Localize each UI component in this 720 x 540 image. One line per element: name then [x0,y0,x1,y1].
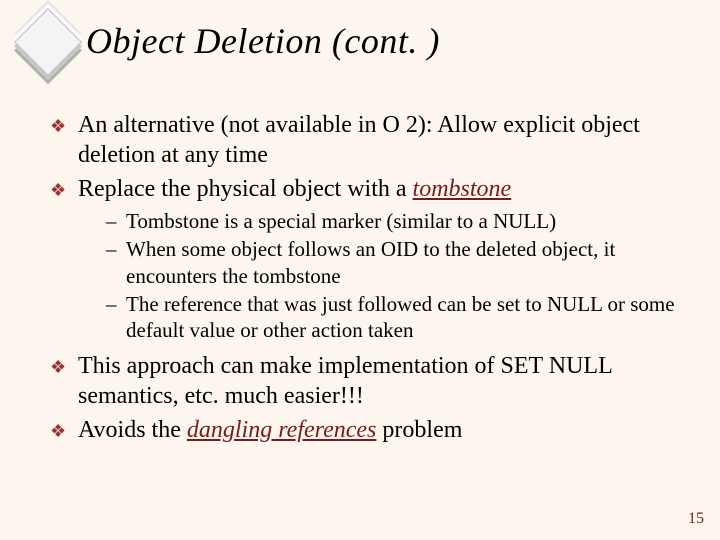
list-item: ❖ Replace the physical object with a tom… [50,174,680,204]
list-item: – The reference that was just followed c… [106,291,680,344]
dash-bullet-icon: – [106,291,126,344]
diamond-bullet-icon: ❖ [50,351,78,411]
slide-body: ❖ An alternative (not available in O 2):… [50,110,680,449]
bullet-text: The reference that was just followed can… [126,291,680,344]
list-item: ❖ Avoids the dangling references problem [50,415,680,445]
diamond-icon [14,8,82,76]
bullet-text: This approach can make implementation of… [78,351,680,411]
bullet-text: Tombstone is a special marker (similar t… [126,208,680,234]
diamond-bullet-icon: ❖ [50,110,78,170]
diamond-bullet-icon: ❖ [50,174,78,204]
underlined-term: dangling references [187,417,377,443]
list-item: ❖ This approach can make implementation … [50,351,680,411]
bullet-text-fragment: problem [376,417,462,443]
dash-bullet-icon: – [106,236,126,289]
bullet-text-fragment: Avoids the [78,417,187,443]
bullet-text: Avoids the dangling references problem [78,415,680,445]
bullet-text-fragment: Replace the physical object with a [78,176,413,202]
underlined-term: tombstone [413,176,512,202]
bullet-text: Replace the physical object with a tombs… [78,174,680,204]
list-item: ❖ An alternative (not available in O 2):… [50,110,680,170]
page-number: 15 [688,510,704,528]
list-item: – When some object follows an OID to the… [106,236,680,289]
slide-title: Object Deletion (cont. ) [86,22,440,62]
title-row: Object Deletion (cont. ) [14,18,700,66]
dash-bullet-icon: – [106,208,126,234]
bullet-text: When some object follows an OID to the d… [126,236,680,289]
diamond-bullet-icon: ❖ [50,415,78,445]
list-item: – Tombstone is a special marker (similar… [106,208,680,234]
sub-list: – Tombstone is a special marker (similar… [106,208,680,343]
slide: Object Deletion (cont. ) ❖ An alternativ… [0,0,720,540]
bullet-text: An alternative (not available in O 2): A… [78,110,680,170]
